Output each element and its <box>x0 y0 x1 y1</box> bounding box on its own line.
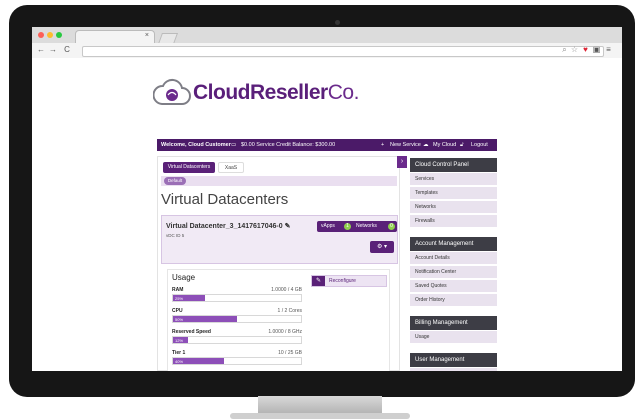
sidebar-section-header: Cloud Control Panel <box>410 158 497 172</box>
browser-toolbar: ← → C ⌕ ☆ ♥ ▣ ≡ <box>32 43 622 59</box>
usage-panel: Usage RAM 1.0000 / 4 GB 25% CPU 1 / 2 Cores 5… <box>167 269 390 371</box>
usage-value: 1.0000 / 4 GB <box>271 287 302 293</box>
sidebar-item[interactable]: Staff Management <box>410 368 497 371</box>
menu-icon[interactable]: ≡ <box>604 45 613 54</box>
stand-shadow <box>230 413 410 419</box>
sidebar-item[interactable]: Order History <box>410 294 497 307</box>
settings-dropdown-button[interactable]: ⚙ ▾ <box>370 241 394 253</box>
usage-row: CPU 1 / 2 Cores 50% <box>172 308 302 328</box>
logo[interactable]: CloudResellerCo. <box>153 77 359 107</box>
search-icon[interactable]: ⌕ <box>560 45 569 55</box>
main-panel: Virtual Datacenters XaaS Default Virtual… <box>157 156 400 371</box>
reconfigure-button[interactable]: ✎ Reconfigure <box>311 275 387 287</box>
lock-icon: 🔓︎ <box>460 142 464 148</box>
usage-bar: 12% <box>172 336 302 344</box>
tab-xaas[interactable]: XaaS <box>218 162 244 173</box>
vdc-id: vDC ID 5 <box>166 233 185 238</box>
usage-bar: 25% <box>172 294 302 302</box>
sidebar-item[interactable]: Services <box>410 173 497 186</box>
logout-link[interactable]: Logout <box>471 142 488 148</box>
sidebar-item[interactable]: Firewalls <box>410 215 497 228</box>
usage-value: 1 / 2 Cores <box>277 308 302 314</box>
usage-bar-fill: 50% <box>173 316 237 322</box>
sidebar-section-header: User Management <box>410 353 497 367</box>
address-bar[interactable] <box>82 46 604 57</box>
sidebar-item[interactable]: Account Details <box>410 252 497 265</box>
resource-pills: vApps 1 Networks 0 <box>317 221 397 232</box>
new-service-link[interactable]: New Service <box>390 142 421 148</box>
datacenter-name-text: Virtual Datacenter_3_1417617046-0 <box>166 223 283 230</box>
sidebar-item[interactable]: Usage <box>410 331 497 344</box>
plus-icon: + <box>381 142 385 148</box>
cloud-icon: ☁ <box>423 142 429 148</box>
sidebar-item[interactable]: Networks <box>410 201 497 214</box>
usage-label: CPU <box>172 308 183 314</box>
usage-label: RAM <box>172 287 184 293</box>
sidebar-section-header: Billing Management <box>410 316 497 330</box>
pocket-icon[interactable]: ♥ <box>581 45 590 54</box>
sidebar-section-header: Account Management <box>410 237 497 251</box>
stage: { "browser": { "tab_close": "×", "back":… <box>0 0 640 419</box>
usage-bar-fill: 12% <box>173 337 189 343</box>
usage-bar-fill: 25% <box>173 295 205 301</box>
networks-count-badge: 0 <box>388 223 395 230</box>
account-topbar: Welcome, Cloud Customer ▭ $0.00 Service … <box>157 139 497 151</box>
usage-bar-fill: 40% <box>173 358 225 364</box>
web-page: CloudResellerCo. Welcome, Cloud Customer… <box>32 58 622 371</box>
sidebar-item[interactable]: Notification Center <box>410 266 497 279</box>
networks-label[interactable]: Networks <box>356 223 377 229</box>
back-icon[interactable]: ← <box>36 45 46 54</box>
my-cloud-link[interactable]: My Cloud <box>433 142 456 148</box>
usage-value: 10 / 25 GB <box>278 350 302 356</box>
default-filter-pill[interactable]: Default <box>164 177 186 185</box>
card-icon: ▭ <box>231 142 237 148</box>
usage-label: Tier 1 <box>172 350 186 356</box>
pencil-icon: ✎ <box>312 276 325 286</box>
forward-icon[interactable]: → <box>48 45 58 54</box>
balance-text: $0.00 Service Credit Balance: $300.00 <box>241 142 336 148</box>
minimize-window-button[interactable] <box>47 32 53 38</box>
bookmark-star-icon[interactable]: ☆ <box>570 45 579 54</box>
tab-virtual-datacenters[interactable]: Virtual Datacenters <box>163 162 215 173</box>
camera <box>335 20 340 25</box>
usage-row: Reserved Speed 1.0000 / 8 GHz 12% <box>172 329 302 349</box>
browser-tab[interactable]: × <box>75 30 155 43</box>
close-window-button[interactable] <box>38 32 44 38</box>
sidebar: Cloud Control Panel Services Templates Netw… <box>410 158 497 371</box>
page-title: Virtual Datacenters <box>161 191 289 208</box>
datacenter-card: Virtual Datacenter_3_1417617046-0 ✎ vDC … <box>161 215 398 264</box>
sidebar-item[interactable]: Templates <box>410 187 497 200</box>
usage-title: Usage <box>172 273 196 282</box>
cloud-logo-icon <box>153 78 191 105</box>
logo-text: CloudResellerCo. <box>193 81 359 105</box>
usage-row: RAM 1.0000 / 4 GB 25% <box>172 287 302 307</box>
reconfigure-label: Reconfigure <box>329 278 356 284</box>
browser-tabbar: × <box>32 27 622 44</box>
edit-pencil-icon[interactable]: ✎ <box>285 223 291 230</box>
logo-name: CloudReseller <box>193 81 328 104</box>
extension-icon[interactable]: ▣ <box>592 45 601 54</box>
vapps-label[interactable]: vApps <box>321 223 335 229</box>
usage-value: 1.0000 / 8 GHz <box>268 329 302 335</box>
tab-close-icon[interactable]: × <box>145 32 149 39</box>
collapse-sidebar-button[interactable]: › <box>397 156 407 168</box>
sidebar-item[interactable]: Saved Quotes <box>410 280 497 293</box>
filter-strip: Default <box>161 176 397 186</box>
maximize-window-button[interactable] <box>56 32 62 38</box>
logo-suffix: Co. <box>327 81 360 104</box>
usage-row: Tier 1 10 / 25 GB 40% <box>172 350 302 370</box>
usage-bar: 50% <box>172 315 302 323</box>
datacenter-name: Virtual Datacenter_3_1417617046-0 ✎ <box>166 222 290 230</box>
screen: × ← → C ⌕ ☆ ♥ ▣ ≡ CloudResellerCo. Welco… <box>32 27 622 371</box>
usage-label: Reserved Speed <box>172 329 211 335</box>
usage-bar: 40% <box>172 357 302 365</box>
reload-icon[interactable]: C <box>62 45 72 54</box>
welcome-text: Welcome, Cloud Customer <box>161 142 231 148</box>
vapps-count-badge: 1 <box>344 223 351 230</box>
